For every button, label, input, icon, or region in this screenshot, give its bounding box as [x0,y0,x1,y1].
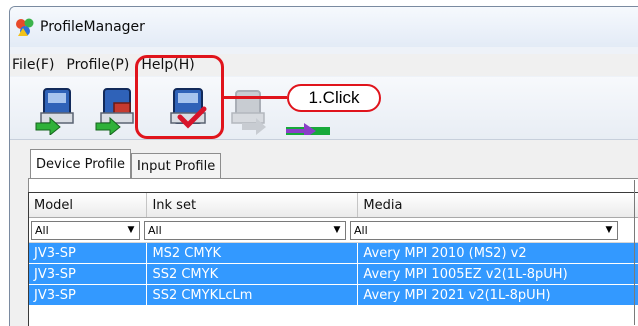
callout-connector [224,96,287,99]
ink-set-filter-value: All [148,223,162,237]
cell-media: Avery MPI 2021 v2(1L-8pUH) [358,285,638,305]
import-profile-button[interactable] [32,83,84,135]
filter-row: All ▼ All ▼ All ▼ [29,218,638,243]
import-profile-icon [35,88,74,135]
menu-profile[interactable]: Profile(P) [64,57,135,73]
cell-model: JV3-SP [29,243,148,263]
title-bar: ProfileManager [10,7,638,47]
callout-label: 1.Click [287,84,381,112]
dropdown-arrow-icon[interactable]: ▼ [329,222,345,239]
cell-model: JV3-SP [29,264,148,284]
dropdown-arrow-icon[interactable]: ▼ [601,222,617,239]
tab-strip: Device Profile Input Profile [30,149,222,178]
table-row[interactable]: JV3-SP SS2 CMYK Avery MPI 1005EZ v2(1L-8… [29,264,638,285]
media-filter-select[interactable]: All ▼ [350,220,618,240]
menu-bar: File(F) Profile(P) Help(H) [10,54,638,76]
table-row[interactable]: JV3-SP MS2 CMYK Avery MPI 2010 (MS2) v2 [29,243,638,264]
ink-set-filter-select[interactable]: All ▼ [144,220,346,240]
column-header-ink-set[interactable]: Ink set [147,193,359,217]
cell-media: Avery MPI 2010 (MS2) v2 [358,243,638,263]
model-filter-select[interactable]: All ▼ [31,220,140,240]
model-filter-value: All [35,223,49,237]
profile-table: Model Ink set Media All ▼ All ▼ All ▼ JV… [28,192,638,326]
cell-ink-set: MS2 CMYK [147,243,359,263]
media-filter-value: All [354,223,368,237]
window-title: ProfileManager [40,19,145,35]
dropdown-arrow-icon[interactable]: ▼ [123,222,139,239]
copy-profile-icon [231,90,266,135]
tab-device-profile[interactable]: Device Profile [30,149,132,178]
cell-ink-set: SS2 CMYK [147,264,359,284]
click-highlight-box [135,55,224,139]
app-icon [16,18,34,36]
column-header-media[interactable]: Media [358,193,638,217]
column-header-model[interactable]: Model [29,193,148,217]
cell-model: JV3-SP [29,285,148,305]
menu-file[interactable]: File(F) [10,57,60,73]
cell-media: Avery MPI 1005EZ v2(1L-8pUH) [358,264,638,284]
table-row[interactable]: JV3-SP SS2 CMYKLcLm Avery MPI 2021 v2(1L… [29,285,638,306]
table-header: Model Ink set Media [29,193,638,218]
cell-ink-set: SS2 CMYKLcLm [147,285,359,305]
copy-profile-button[interactable] [222,83,274,135]
tab-input-profile[interactable]: Input Profile [131,153,222,178]
right-border [634,180,635,325]
